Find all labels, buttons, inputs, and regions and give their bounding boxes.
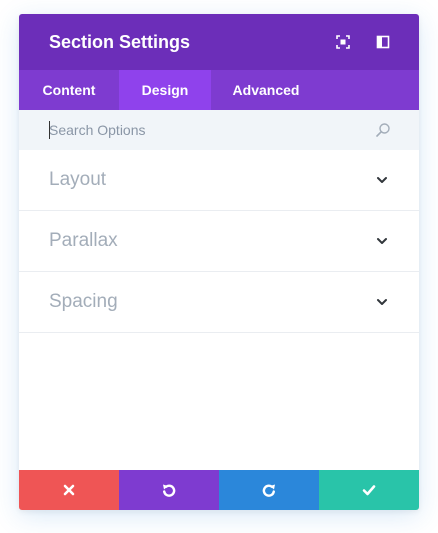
toggle-label: Layout [49,169,107,190]
modal-footer [19,470,419,510]
tab-bar: Content Design Advanced [19,70,419,110]
redo-icon [262,484,275,497]
split-view-button[interactable] [375,34,391,50]
split-view-icon [376,35,390,49]
close-icon [63,484,75,496]
discard-button[interactable] [19,470,119,510]
modal-header: Section Settings [19,14,419,70]
chevron-down-icon [377,238,387,244]
toggle-layout[interactable]: Layout [19,150,419,211]
undo-button[interactable] [119,470,219,510]
search-bar [19,110,419,150]
check-icon [362,485,376,496]
toggle-label: Spacing [49,291,118,312]
chevron-down-icon [377,299,387,305]
toggle-label: Parallax [49,230,118,251]
fullscreen-button[interactable] [335,34,351,50]
search-icon[interactable] [375,122,391,138]
toggle-spacing[interactable]: Spacing [19,272,419,333]
undo-icon [163,484,176,497]
toggle-parallax[interactable]: Parallax [19,211,419,272]
text-cursor [49,121,50,139]
tab-advanced[interactable]: Advanced [211,70,321,110]
fullscreen-icon [336,35,350,49]
modal-title: Section Settings [49,31,191,52]
save-button[interactable] [319,470,419,510]
settings-modal: Section Settings Content Design Advanced… [19,14,419,510]
redo-button[interactable] [219,470,319,510]
chevron-down-icon [377,177,387,183]
tab-design[interactable]: Design [119,70,211,110]
tab-content[interactable]: Content [19,70,119,110]
search-input[interactable] [49,122,375,138]
